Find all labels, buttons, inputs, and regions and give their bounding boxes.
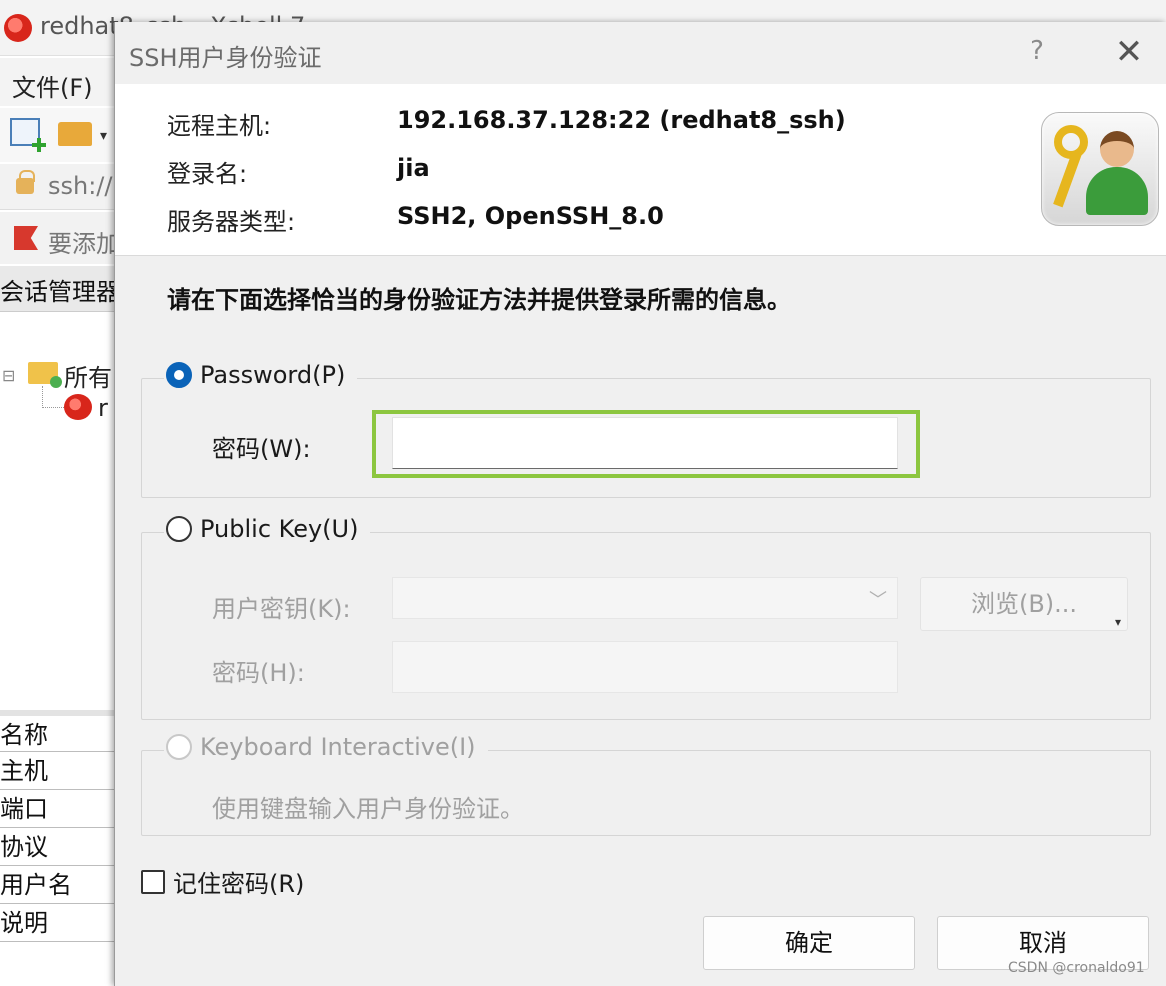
property-row: 名称 [0, 710, 116, 752]
help-icon[interactable]: ? [1025, 36, 1049, 66]
public-key-radio-label[interactable]: Public Key(U) [200, 515, 358, 543]
server-type-label: 服务器类型: [167, 208, 296, 236]
keyboard-interactive-radio[interactable] [166, 734, 192, 760]
connection-info-panel: 远程主机: 192.168.37.128:22 (redhat8_ssh) 登录… [115, 84, 1166, 256]
user-key-select[interactable]: ﹀ [392, 577, 898, 619]
property-row: 用户名 [0, 866, 116, 904]
login-name-value: jia [397, 154, 430, 182]
tree-item-all-sessions[interactable]: 所有 [64, 358, 112, 393]
keyboard-interactive-group: Keyboard Interactive(I) 使用键盘输入用户身份验证。 [141, 733, 1151, 836]
chevron-down-icon[interactable]: ▾ [100, 128, 107, 144]
remember-password-checkbox[interactable] [141, 869, 165, 894]
ssh-auth-dialog: SSH用户身份验证 ? ✕ 远程主机: 192.168.37.128:22 (r… [114, 22, 1166, 986]
passphrase-label: 密码(H): [212, 659, 305, 687]
property-row: 说明 [0, 904, 116, 942]
remember-password-option[interactable]: 记住密码(R) [141, 864, 304, 899]
password-field-label: 密码(W): [212, 435, 311, 463]
property-row: 协议 [0, 828, 116, 866]
session-properties: 名称 主机 端口 协议 用户名 说明 [0, 710, 116, 942]
remember-password-label[interactable]: 记住密码(R) [173, 864, 304, 899]
folder-icon [28, 362, 62, 388]
close-icon[interactable]: ✕ [1109, 32, 1149, 72]
xshell-app-icon [4, 14, 32, 42]
instruction-text: 请在下面选择恰当的身份验证方法并提供登录所需的信息。 [167, 286, 791, 314]
browse-button-label: 浏览(B)... [970, 590, 1078, 618]
open-folder-icon[interactable] [58, 122, 92, 146]
property-row: 主机 [0, 752, 116, 790]
key-shaft [1053, 151, 1082, 208]
address-input[interactable]: ssh:// [48, 172, 112, 200]
tree-connector [42, 386, 64, 408]
password-group: Password(P) 密码(W): [141, 361, 1151, 498]
keyboard-interactive-radio-option[interactable]: Keyboard Interactive(I) [164, 733, 488, 761]
watermark-text: CSDN @cronaldo91 [1008, 960, 1145, 976]
password-input[interactable] [392, 417, 898, 469]
key-user-icon [1041, 112, 1159, 226]
login-name-label: 登录名: [167, 160, 248, 188]
person-head [1100, 131, 1134, 167]
public-key-radio-option[interactable]: Public Key(U) [164, 515, 371, 543]
tree-collapse-icon[interactable]: ⊟ [2, 366, 15, 385]
chevron-down-icon: ﹀ [869, 590, 887, 611]
keyboard-interactive-radio-label[interactable]: Keyboard Interactive(I) [200, 733, 476, 761]
remote-host-value: 192.168.37.128:22 (redhat8_ssh) [397, 106, 846, 134]
session-manager-title: 会话管理器 [0, 278, 120, 306]
new-session-icon[interactable] [10, 118, 46, 152]
password-radio-option[interactable]: Password(P) [164, 361, 358, 389]
browse-button[interactable]: 浏览(B)... ▾ [920, 577, 1128, 631]
keyboard-interactive-description: 使用键盘输入用户身份验证。 [212, 795, 524, 823]
ok-button[interactable]: 确定 [703, 916, 915, 970]
tree-item-session[interactable]: r [98, 394, 108, 422]
password-radio-label[interactable]: Password(P) [200, 361, 345, 389]
property-row: 端口 [0, 790, 116, 828]
dropdown-caret-icon: ▾ [1114, 615, 1121, 629]
server-type-value: SSH2, OpenSSH_8.0 [397, 202, 664, 230]
passphrase-input[interactable] [392, 641, 898, 693]
dialog-title: SSH用户身份验证 [129, 44, 322, 72]
password-radio[interactable] [166, 362, 192, 388]
lock-icon [16, 170, 35, 194]
user-key-label: 用户密钥(K): [212, 595, 351, 623]
person-body [1086, 167, 1148, 215]
remote-host-label: 远程主机: [167, 112, 272, 140]
public-key-group: Public Key(U) 用户密钥(K): ﹀ 浏览(B)... ▾ 密码(H… [141, 515, 1151, 720]
hint-text: 要添加 [48, 230, 120, 258]
public-key-radio[interactable] [166, 516, 192, 542]
menu-file[interactable]: 文件(F) [12, 68, 93, 103]
session-icon [64, 394, 92, 420]
